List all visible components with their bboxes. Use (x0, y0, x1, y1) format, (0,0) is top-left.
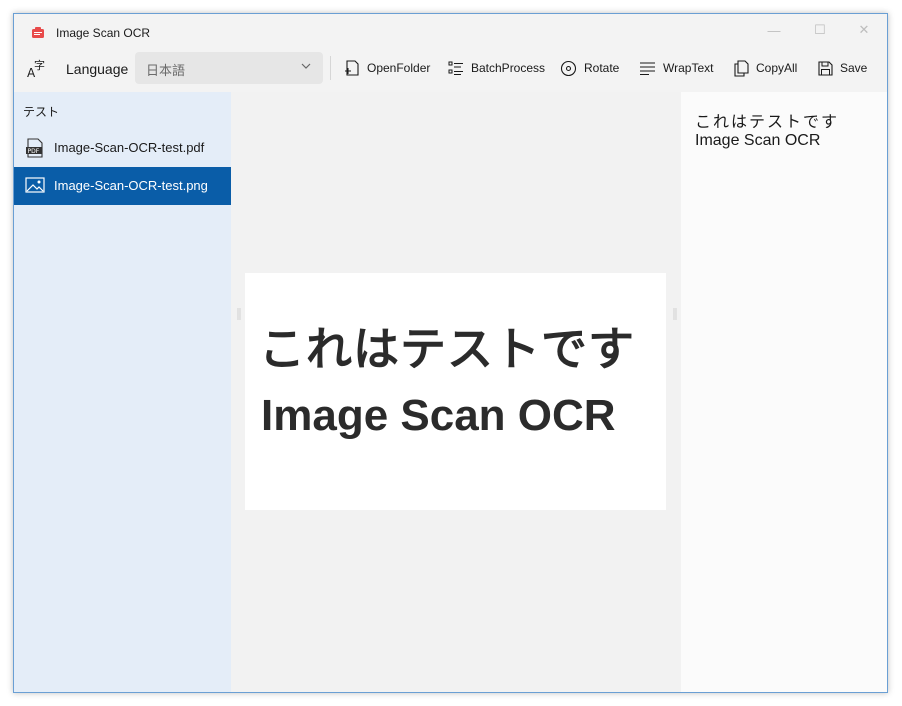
sidebar-item-label: Image-Scan-OCR-test.png (54, 178, 208, 193)
ocr-result-line: これはテストです (695, 114, 840, 131)
window-title: Image Scan OCR (56, 26, 151, 40)
batch-process-icon (448, 61, 463, 76)
close-button[interactable]: ✕ (841, 14, 887, 46)
ocr-result-pane[interactable]: これはテストです Image Scan OCR (681, 92, 887, 692)
chevron-down-icon (301, 63, 311, 69)
open-folder-icon (345, 60, 359, 76)
toolbar-separator (330, 56, 331, 80)
title-bar: Image Scan OCR — ☐ ✕ (14, 14, 887, 52)
language-label: Language (66, 61, 129, 77)
copy-all-label: CopyAll (756, 61, 798, 75)
minimize-button[interactable]: — (751, 14, 797, 46)
wrap-text-label: WrapText (663, 61, 714, 75)
minimize-icon: — (767, 22, 781, 38)
batch-process-button[interactable]: BatchProcess (448, 54, 545, 82)
language-icon: A 字 (27, 58, 45, 79)
open-folder-button[interactable]: OpenFolder (344, 54, 430, 82)
svg-text:PDF: PDF (28, 148, 40, 155)
toolbar: A 字 Language 日本語 OpenFolder BatchProcess… (14, 52, 887, 92)
copy-icon (734, 59, 749, 77)
rotate-label: Rotate (584, 61, 620, 75)
preview-text-line: Image Scan OCR (261, 391, 616, 440)
maximize-button[interactable]: ☐ (797, 14, 843, 46)
sidebar-item-png[interactable]: Image-Scan-OCR-test.png (14, 167, 231, 205)
image-preview: これはテストです Image Scan OCR (245, 273, 666, 510)
image-file-icon (25, 177, 45, 193)
sidebar-item-pdf[interactable]: PDF Image-Scan-OCR-test.pdf (14, 129, 231, 167)
batch-process-label: BatchProcess (471, 61, 546, 75)
image-preview-pane: これはテストです Image Scan OCR (231, 92, 681, 692)
save-button[interactable]: Save (818, 54, 867, 82)
right-splitter-handle[interactable] (673, 307, 677, 321)
left-splitter-handle[interactable] (237, 307, 241, 321)
close-icon: ✕ (858, 22, 870, 37)
sidebar-item-label: Image-Scan-OCR-test.pdf (54, 140, 205, 155)
ocr-result-line: Image Scan OCR (695, 132, 821, 149)
pdf-file-icon: PDF (26, 138, 43, 158)
language-select[interactable]: 日本語 (135, 52, 323, 84)
language-select-value: 日本語 (146, 63, 186, 78)
copy-all-button[interactable]: CopyAll (733, 54, 797, 82)
save-icon (818, 60, 833, 76)
file-sidebar: テスト PDF Image-Scan-OCR-test.pdf Image-Sc… (14, 92, 231, 692)
svg-text:字: 字 (34, 58, 45, 72)
save-label: Save (840, 61, 868, 75)
sidebar-folder-label: テスト (23, 105, 60, 119)
app-logo-icon (32, 27, 44, 38)
maximize-icon: ☐ (814, 22, 826, 37)
wrap-text-icon (640, 62, 655, 76)
wrap-text-button[interactable]: WrapText (639, 54, 713, 82)
rotate-icon (560, 60, 577, 76)
rotate-button[interactable]: Rotate (560, 54, 619, 82)
open-folder-label: OpenFolder (367, 61, 431, 75)
preview-text-line: これはテストです (259, 323, 635, 375)
app-window: Image Scan OCR — ☐ ✕ A 字 Language 日本語 Op… (13, 13, 888, 693)
